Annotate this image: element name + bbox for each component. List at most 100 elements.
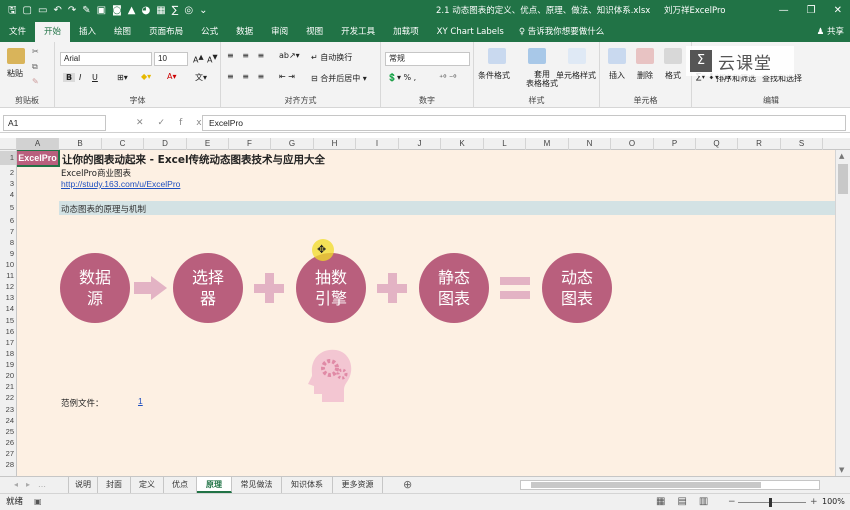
conditional-format-button[interactable]: 条件格式 bbox=[478, 70, 510, 81]
sheet-tab-more-resources[interactable]: 更多资源 bbox=[333, 477, 383, 493]
enter-icon[interactable]: ✓ bbox=[158, 118, 180, 128]
chart-icon[interactable]: ◕ bbox=[141, 0, 150, 22]
font-color-icon[interactable]: A▾ bbox=[167, 72, 177, 81]
worksheet-grid[interactable]: ExcelPro 让你的图表动起来 - Excel传统动态图表技术与应用大全 E… bbox=[17, 150, 835, 476]
indent-icons[interactable]: ⇤ ⇥ bbox=[279, 72, 295, 81]
sheet-tab-definition[interactable]: 定义 bbox=[131, 477, 164, 493]
vertical-scrollbar[interactable]: ▲ ▼ bbox=[835, 150, 850, 476]
col-header-k[interactable]: K bbox=[441, 138, 484, 150]
image-icon[interactable]: ▣ bbox=[97, 0, 106, 22]
row-header-17[interactable]: 17 bbox=[0, 337, 16, 348]
format-painter-icon[interactable]: ✎ bbox=[82, 0, 90, 22]
formula-input[interactable]: ExcelPro bbox=[202, 115, 846, 131]
cell-b2[interactable]: ExcelPro商业图表 bbox=[61, 167, 131, 179]
col-header-f[interactable]: F bbox=[229, 138, 271, 150]
copy-icon[interactable]: ⧉ bbox=[32, 62, 38, 72]
row-header-2[interactable]: 2 bbox=[0, 167, 16, 178]
row-header-5[interactable]: 5 bbox=[0, 201, 16, 215]
wrap-text-button[interactable]: ↵ 自动换行 bbox=[311, 52, 352, 63]
col-header-g[interactable]: G bbox=[271, 138, 314, 150]
cell-styles-icon[interactable] bbox=[568, 48, 586, 64]
normal-view-icon[interactable]: ▦ bbox=[656, 496, 677, 507]
restore-button[interactable]: ❐ bbox=[807, 0, 816, 22]
view-buttons[interactable]: ▦▤▥ bbox=[656, 494, 720, 510]
format-as-table-icon[interactable] bbox=[528, 48, 546, 64]
font-size-select[interactable]: 10 bbox=[154, 52, 188, 66]
col-header-h[interactable]: H bbox=[314, 138, 356, 150]
row-header-4[interactable]: 4 bbox=[0, 189, 16, 200]
cell-d22-link[interactable]: 1 bbox=[138, 396, 143, 406]
insert-cells-button[interactable]: 插入 bbox=[609, 70, 625, 81]
tab-draw[interactable]: 绘图 bbox=[105, 22, 140, 42]
col-header-i[interactable]: I bbox=[356, 138, 399, 150]
row-header-14[interactable]: 14 bbox=[0, 303, 16, 315]
zoom-level[interactable]: 100% bbox=[822, 494, 845, 510]
underline-button[interactable]: U bbox=[92, 73, 98, 82]
shrink-font-icon[interactable]: A▼ bbox=[207, 53, 218, 65]
row-header-8[interactable]: 8 bbox=[0, 237, 16, 248]
tab-home[interactable]: 开始 bbox=[35, 22, 71, 42]
font-name-select[interactable]: Arial bbox=[60, 52, 152, 66]
formula-icon[interactable]: ∑ bbox=[172, 0, 179, 22]
col-header-r[interactable]: R bbox=[738, 138, 781, 150]
format-cells-button[interactable]: 格式 bbox=[665, 70, 681, 81]
open-icon[interactable]: ▭ bbox=[38, 0, 47, 22]
col-header-j[interactable]: J bbox=[399, 138, 441, 150]
scroll-up-icon[interactable]: ▲ bbox=[839, 152, 844, 160]
cut-icon[interactable]: ✂ bbox=[32, 47, 39, 56]
shape-icon[interactable]: ▲ bbox=[128, 0, 136, 22]
user-name[interactable]: 刘万祥ExcelPro bbox=[664, 0, 726, 22]
border-icon[interactable]: ⊞▾ bbox=[117, 73, 128, 82]
merge-center-button[interactable]: ⊟ 合并后居中 ▾ bbox=[311, 73, 367, 84]
vertical-align-icons[interactable]: ≡ ≡ ≡ bbox=[227, 51, 267, 60]
scroll-down-icon[interactable]: ▼ bbox=[839, 466, 844, 474]
cell-b3-link[interactable]: http://study.163.com/u/ExcelPro bbox=[61, 179, 180, 189]
camera-icon[interactable]: ◙ bbox=[112, 0, 122, 22]
name-box[interactable]: A1 bbox=[3, 115, 106, 131]
col-header-s[interactable]: S bbox=[781, 138, 823, 150]
horizontal-scroll-thumb[interactable] bbox=[531, 482, 761, 488]
sheet-tab-principle[interactable]: 原理 bbox=[197, 477, 232, 493]
tab-view[interactable]: 视图 bbox=[297, 22, 332, 42]
row-header-24[interactable]: 24 bbox=[0, 415, 16, 426]
cell-b1[interactable]: 让你的图表动起来 - Excel传统动态图表技术与应用大全 bbox=[62, 152, 325, 167]
zoom-slider[interactable] bbox=[738, 502, 806, 503]
tab-xy-chart-labels[interactable]: XY Chart Labels bbox=[428, 22, 513, 42]
row-header-9[interactable]: 9 bbox=[0, 248, 16, 259]
horizontal-align-icons[interactable]: ≡ ≡ ≡ bbox=[227, 72, 267, 81]
paste-icon[interactable] bbox=[7, 48, 25, 64]
redo-icon[interactable]: ↷ bbox=[68, 0, 76, 22]
row-header-25[interactable]: 25 bbox=[0, 426, 16, 437]
col-header-c[interactable]: C bbox=[102, 138, 144, 150]
row-header-7[interactable]: 7 bbox=[0, 226, 16, 237]
row-header-21[interactable]: 21 bbox=[0, 381, 16, 392]
new-icon[interactable]: ▢ bbox=[23, 0, 32, 22]
conditional-format-icon[interactable] bbox=[488, 48, 506, 64]
col-header-b[interactable]: B bbox=[59, 138, 102, 150]
row-header-10[interactable]: 10 bbox=[0, 259, 16, 270]
row-header-16[interactable]: 16 bbox=[0, 326, 16, 337]
horizontal-scrollbar[interactable] bbox=[520, 480, 820, 490]
row-header-22[interactable]: 22 bbox=[0, 392, 16, 404]
row-header-11[interactable]: 11 bbox=[0, 270, 16, 281]
row-header-27[interactable]: 27 bbox=[0, 448, 16, 459]
row-header-19[interactable]: 19 bbox=[0, 359, 16, 370]
format-painter-ribbon-icon[interactable]: ✎ bbox=[32, 77, 39, 86]
minimize-button[interactable]: — bbox=[779, 0, 789, 22]
col-header-a[interactable]: A bbox=[17, 138, 59, 150]
scroll-thumb[interactable] bbox=[838, 164, 848, 194]
col-header-o[interactable]: O bbox=[611, 138, 654, 150]
phonetic-icon[interactable]: 文▾ bbox=[195, 72, 207, 83]
share-button[interactable]: ♟ 共享 bbox=[817, 22, 844, 42]
cell-a1[interactable]: ExcelPro bbox=[17, 150, 60, 167]
tab-formulas[interactable]: 公式 bbox=[192, 22, 227, 42]
select-all-corner[interactable] bbox=[0, 138, 17, 150]
zoom-slider-thumb[interactable] bbox=[769, 498, 772, 507]
col-header-l[interactable]: L bbox=[484, 138, 526, 150]
col-header-n[interactable]: N bbox=[569, 138, 611, 150]
sheet-tab-common-methods[interactable]: 常见做法 bbox=[232, 477, 282, 493]
row-header-26[interactable]: 26 bbox=[0, 437, 16, 448]
tab-data[interactable]: 数据 bbox=[227, 22, 262, 42]
row-header-6[interactable]: 6 bbox=[0, 215, 16, 226]
italic-button[interactable]: I bbox=[79, 73, 81, 82]
